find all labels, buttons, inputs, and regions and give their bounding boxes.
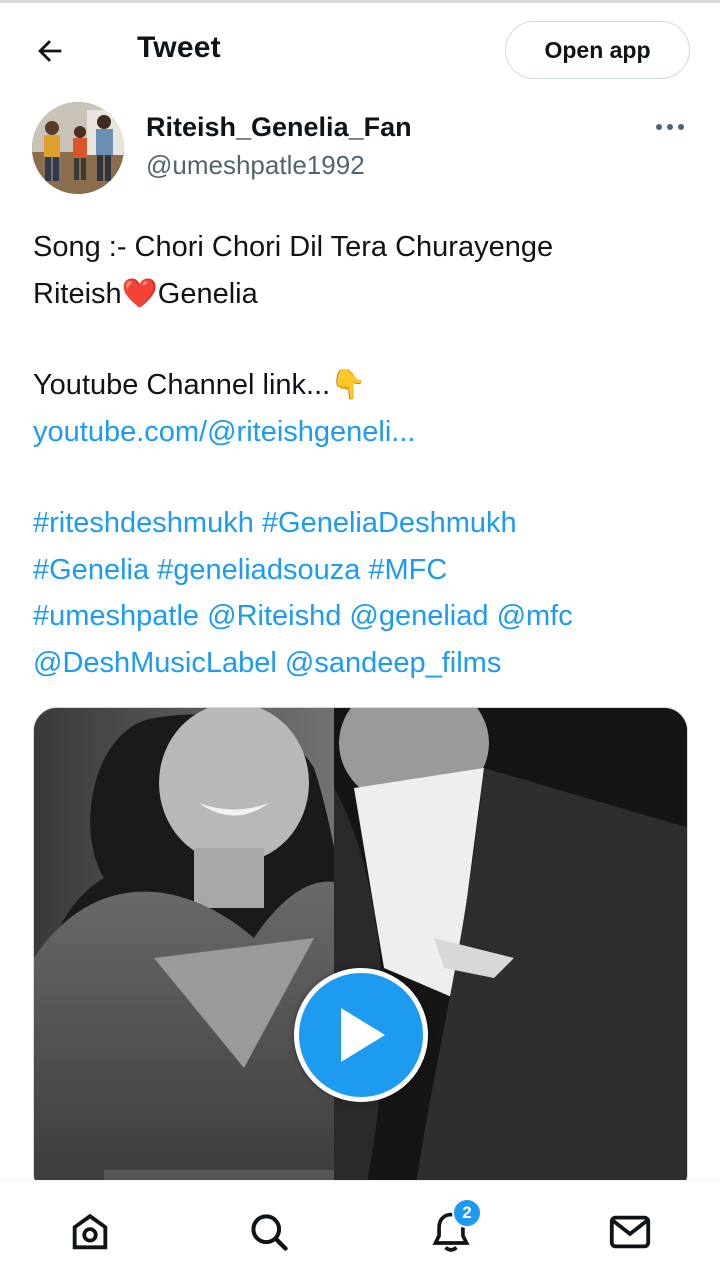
hashtag-link[interactable]: #Genelia [33,554,149,586]
back-button[interactable] [26,27,74,75]
youtube-link[interactable]: youtube.com/@riteishgeneli... [33,416,415,448]
author-display-name[interactable]: Riteish_Genelia_Fan [146,112,412,143]
page-title: Tweet [137,31,221,64]
play-icon [341,1008,385,1062]
play-button[interactable] [294,968,428,1102]
tweet-line-tags-2: #Genelia #geneliadsouza #MFC [33,547,693,594]
nav-home[interactable] [65,1207,115,1257]
tweet-author: Riteish_Genelia_Fan @umeshpatle1992 [0,100,720,200]
pointing-down-emoji: 👇 [330,369,367,401]
nav-messages[interactable] [605,1207,655,1257]
search-icon [251,1214,288,1251]
hashtag-link[interactable]: #MFC [368,554,447,586]
more-options-button[interactable] [650,112,690,142]
video-poster-image [34,708,687,1196]
tweet-line-tags-4: @DeshMusicLabel @sandeep_films [33,640,693,687]
hashtag-link[interactable]: #geneliadsouza [157,554,360,586]
mention-link[interactable]: @sandeep_films [285,647,501,679]
home-icon [72,1213,108,1250]
avatar[interactable] [32,102,124,194]
tweet-text-riteish: Riteish [33,277,122,310]
tweet-text-channel: Youtube Channel link... [33,369,331,401]
tweet-body: Song :- Chori Chori Dil Tera Churayenge … [33,224,693,686]
more-dots-icon [656,124,684,130]
author-handle: @umeshpatle1992 [146,150,365,180]
hashtag-link[interactable]: #umeshpatle [33,600,199,632]
tweet-line-tags-3: #umeshpatle @Riteishd @geneliad @mfc [33,593,693,640]
mention-link[interactable]: @geneliad [349,600,488,632]
tweet-line-channel: Youtube Channel link...👇 [33,362,693,409]
mention-link[interactable]: @mfc [497,600,573,632]
mention-link[interactable]: @Riteishd [207,600,341,632]
video-thumbnail[interactable] [33,707,688,1197]
tweet-line-song: Song :- Chori Chori Dil Tera Churayenge [33,231,554,263]
mention-link[interactable]: @DeshMusicLabel [33,647,277,679]
arrow-left-icon [38,40,62,62]
tweet-line-names: Riteish❤️Genelia [33,271,693,318]
tweet-line-link: youtube.com/@riteishgeneli... [33,409,693,456]
mail-icon [609,1215,651,1249]
tweet-text-genelia: Genelia [157,277,258,310]
open-app-button[interactable]: Open app [505,21,690,79]
avatar-photo [32,102,124,194]
heart-emoji: ❤️ [121,277,158,310]
hashtag-link[interactable]: #GeneliaDeshmukh [262,507,517,539]
bottom-navigation: 2 [0,1180,720,1280]
notifications-badge: 2 [452,1198,482,1228]
hashtag-link[interactable]: #riteshdeshmukh [33,507,254,539]
nav-explore[interactable] [244,1207,294,1257]
tweet-header: Tweet Open app [0,3,720,95]
tweet-line-tags-1: #riteshdeshmukh #GeneliaDeshmukh [33,500,693,547]
